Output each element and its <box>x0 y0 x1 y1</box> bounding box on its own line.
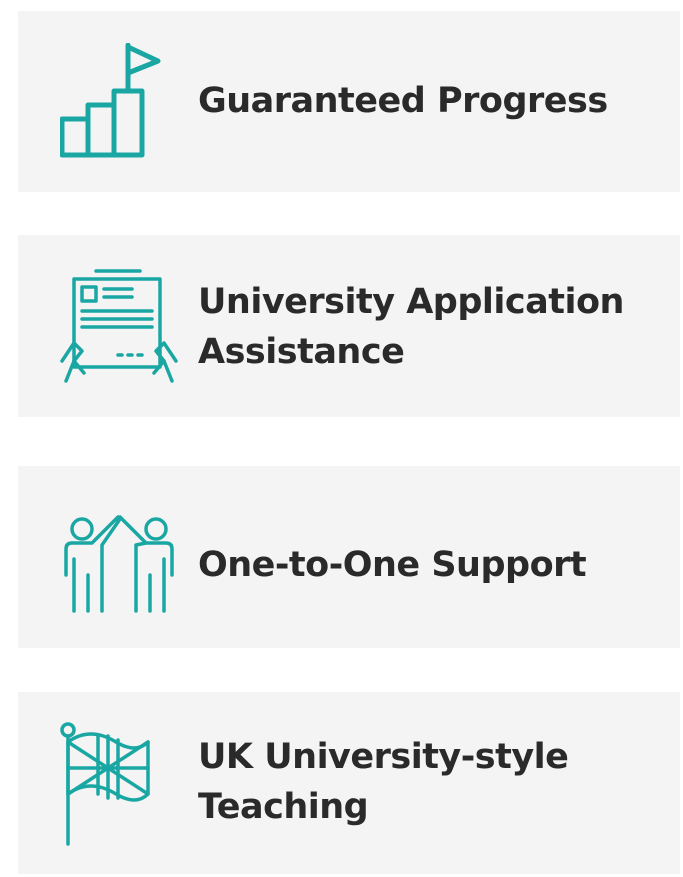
feature-label: University Application Assistance <box>198 282 624 372</box>
document-in-hands-icon <box>60 269 178 385</box>
progress-bars-flag-icon <box>60 43 178 163</box>
union-jack-flag-icon <box>60 722 178 846</box>
feature-label: One-to-One Support <box>198 545 587 585</box>
two-people-high-five-icon <box>60 515 178 615</box>
feature-label: Guaranteed Progress <box>198 81 608 121</box>
feature-card-university-application: University Application Assistance <box>18 235 680 417</box>
feature-card-one-to-one-support: One-to-One Support <box>18 466 680 648</box>
feature-card-uk-teaching: UK University-style Teaching <box>18 692 680 874</box>
feature-label: UK University-style Teaching <box>198 737 569 827</box>
feature-card-guaranteed-progress: Guaranteed Progress <box>18 11 680 192</box>
